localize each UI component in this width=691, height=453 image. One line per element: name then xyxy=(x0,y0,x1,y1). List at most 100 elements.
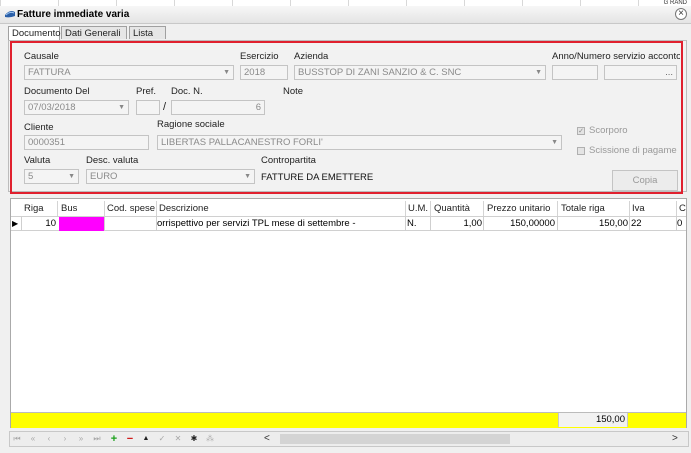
column-separator xyxy=(57,201,58,216)
horizontal-scrollbar-thumb[interactable] xyxy=(280,434,510,444)
next-icon[interactable]: › xyxy=(60,434,70,444)
scroll-right-icon[interactable]: > xyxy=(672,432,678,446)
desc-valuta-select[interactable]: EURO ▼ xyxy=(86,169,255,184)
column-separator xyxy=(405,216,406,231)
column-separator xyxy=(629,216,630,231)
column-separator xyxy=(405,201,406,216)
apply-filter-icon[interactable]: ⁂ xyxy=(205,434,215,444)
documento-del-date[interactable]: 07/03/2018 ▼ xyxy=(24,100,129,115)
ragione-sociale-label: Ragione sociale xyxy=(157,119,225,130)
tab-lista[interactable]: Lista xyxy=(129,26,166,39)
cell-um[interactable]: N. xyxy=(407,217,429,231)
tab-dati-generali[interactable]: Dati Generali xyxy=(61,26,127,39)
col-header-iva[interactable]: Iva xyxy=(632,202,672,216)
cell-quantita[interactable]: 1,00 xyxy=(431,217,483,231)
numero-lookup-button[interactable]: ... xyxy=(604,65,677,80)
pref-separator: / xyxy=(163,101,167,113)
post-icon[interactable]: ✓ xyxy=(157,434,167,444)
ragione-sociale-value: LIBERTAS PALLACANESTRO FORLI' xyxy=(161,137,323,148)
first-icon[interactable]: ⏮ xyxy=(12,434,22,444)
col-header-riga[interactable]: Riga xyxy=(24,202,50,216)
insert-icon[interactable]: + xyxy=(109,434,119,445)
scorporo-checkbox[interactable]: ✓ xyxy=(577,127,585,135)
causale-label: Causale xyxy=(24,51,59,62)
col-header-bus[interactable]: Bus xyxy=(61,202,101,216)
col-header-prezzo-unitario[interactable]: Prezzo unitario xyxy=(487,202,555,216)
doc-n-label: Doc. N. xyxy=(171,86,203,97)
contropartita-label: Contropartita xyxy=(261,155,316,166)
cell-prezzo-unitario[interactable]: 150,00000 xyxy=(484,217,555,231)
valuta-select[interactable]: 5 ▼ xyxy=(24,169,79,184)
cliente-label: Cliente xyxy=(24,122,54,133)
pref-field[interactable] xyxy=(136,100,160,115)
scissione-label: Scissione di pagame xyxy=(589,145,677,156)
last-icon[interactable]: ⏭ xyxy=(92,434,102,444)
app-icon xyxy=(5,11,15,18)
column-separator xyxy=(430,201,431,216)
col-header-cod-spese[interactable]: Cod. spese xyxy=(107,202,156,216)
doc-n-field[interactable]: 6 xyxy=(171,100,265,115)
chevron-down-icon: ▼ xyxy=(244,173,251,180)
chevron-down-icon: ▼ xyxy=(535,69,542,76)
esercizio-field[interactable]: 2018 xyxy=(240,65,288,80)
refresh-icon[interactable]: ✱ xyxy=(189,434,199,444)
cancel-icon[interactable]: ✕ xyxy=(173,434,183,444)
azienda-label: Azienda xyxy=(294,51,329,62)
col-header-totale-riga[interactable]: Totale riga xyxy=(561,202,627,216)
prior-icon[interactable]: ‹ xyxy=(44,434,54,444)
desc-valuta-value: EURO xyxy=(90,171,118,182)
column-separator xyxy=(156,201,157,216)
causale-value: FATTURA xyxy=(28,67,71,78)
cell-totale-riga[interactable]: 150,00 xyxy=(558,217,628,231)
esercizio-label: Esercizio xyxy=(240,51,279,62)
ragione-sociale-select[interactable]: LIBERTAS PALLACANESTRO FORLI' ▼ xyxy=(157,135,562,150)
close-icon[interactable]: × xyxy=(675,8,687,20)
col-header-um[interactable]: U.M. xyxy=(408,202,430,216)
chevron-down-icon: ▼ xyxy=(68,173,75,180)
desc-valuta-label: Desc. valuta xyxy=(86,155,139,166)
pref-label: Pref. xyxy=(136,86,157,97)
col-header-descrizione[interactable]: Descrizione xyxy=(159,202,399,216)
edit-icon[interactable]: ▲ xyxy=(141,434,151,444)
cell-bus[interactable] xyxy=(59,217,104,231)
column-separator xyxy=(483,201,484,216)
grid-navigator: ⏮ « ‹ › » ⏭ + − ▲ ✓ ✕ ✱ ⁂ < > xyxy=(9,431,689,447)
tab-documento[interactable]: Documento xyxy=(8,26,61,40)
documento-del-label: Documento Del xyxy=(24,86,90,97)
contropartita-value: FATTURE DA EMETTERE xyxy=(261,172,374,183)
chevron-down-icon: ▼ xyxy=(118,104,125,111)
causale-select[interactable]: FATTURA ▼ xyxy=(24,65,234,80)
note-label: Note xyxy=(283,86,304,97)
column-separator xyxy=(557,201,558,216)
chevron-down-icon: ▼ xyxy=(223,69,230,76)
cell-descrizione[interactable]: orrispettivo per servizi TPL mese di set… xyxy=(157,217,404,231)
cell-riga[interactable]: 10 xyxy=(22,217,56,231)
window-title: Fatture immediate varia xyxy=(17,9,130,20)
delete-icon[interactable]: − xyxy=(125,434,135,445)
prior-page-icon[interactable]: « xyxy=(28,434,38,444)
invoice-lines-grid xyxy=(10,198,687,428)
valuta-value: 5 xyxy=(28,171,34,182)
scroll-left-icon[interactable]: < xyxy=(264,432,270,446)
totals-footer-total: 150,00 xyxy=(558,413,628,427)
scorporo-label: Scorporo xyxy=(589,125,628,136)
column-separator xyxy=(104,201,105,216)
row-indicator-icon: ▶ xyxy=(12,219,19,228)
col-header-c[interactable]: C xyxy=(679,202,686,216)
col-header-quantita[interactable]: Quantità xyxy=(434,202,482,216)
azienda-select[interactable]: BUSSTOP DI ZANI SANZIO & C. SNC ▼ xyxy=(294,65,546,80)
copia-button[interactable]: Copia xyxy=(612,170,678,191)
chevron-down-icon: ▼ xyxy=(551,139,558,146)
column-separator xyxy=(629,201,630,216)
cell-iva[interactable]: 22 xyxy=(631,217,675,231)
column-separator xyxy=(676,201,677,216)
cliente-field[interactable]: 0000351 xyxy=(24,135,149,150)
totals-footer-fill xyxy=(18,413,558,427)
valuta-label: Valuta xyxy=(24,155,51,166)
cell-c[interactable]: 0 xyxy=(677,217,686,231)
next-page-icon[interactable]: » xyxy=(76,434,86,444)
column-separator xyxy=(104,216,105,231)
cell-cod-spese[interactable] xyxy=(107,217,154,231)
scissione-checkbox[interactable] xyxy=(577,147,585,155)
anno-field[interactable] xyxy=(552,65,598,80)
